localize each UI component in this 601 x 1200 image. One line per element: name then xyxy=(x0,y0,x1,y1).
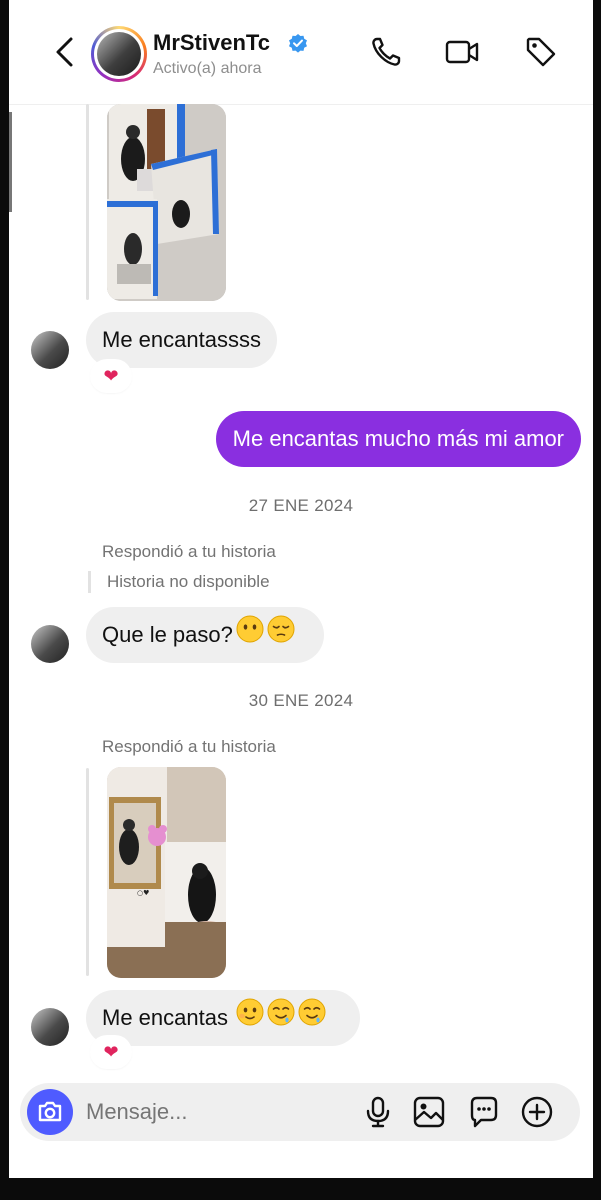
sender-avatar[interactable] xyxy=(31,625,69,663)
message-text: Me encantas xyxy=(102,1005,228,1030)
date-separator: 30 ENE 2024 xyxy=(248,691,354,710)
story-reply-thread-line xyxy=(86,104,89,300)
message-input[interactable] xyxy=(86,1083,336,1141)
add-icon[interactable] xyxy=(520,1095,554,1129)
message-text: Que le paso? xyxy=(102,622,233,647)
scrollbar[interactable] xyxy=(9,112,12,212)
frame-bottom-edge xyxy=(0,1178,601,1200)
date-separator: 27 ENE 2024 xyxy=(248,496,354,515)
drooling-face-emoji-icon xyxy=(298,991,326,1047)
story-reply-thread-line xyxy=(86,768,89,976)
gallery-icon[interactable] xyxy=(412,1095,446,1129)
frame-left-edge xyxy=(0,0,9,1200)
face-holding-back-tears-emoji-icon xyxy=(236,991,264,1047)
incoming-message[interactable]: Me encantassss xyxy=(86,312,277,368)
verified-badge-icon xyxy=(288,33,308,53)
camera-icon[interactable] xyxy=(27,1089,73,1135)
face-without-mouth-emoji-icon xyxy=(236,608,264,664)
frame-right-edge xyxy=(593,0,601,1200)
outgoing-message[interactable]: Me encantas mucho más mi amor xyxy=(215,411,581,467)
story-reply-label: Respondió a tu historia xyxy=(102,737,276,756)
heart-reaction[interactable]: ❤ xyxy=(92,361,130,391)
sender-avatar[interactable] xyxy=(31,1008,69,1046)
story-reply-thread-line xyxy=(88,571,91,593)
tag-icon[interactable] xyxy=(523,34,559,70)
sender-avatar[interactable] xyxy=(31,331,69,369)
active-status: Activo(a) ahora xyxy=(153,60,262,77)
chat-header: MrStivenTc Activo(a) ahora xyxy=(9,0,593,105)
pensive-face-emoji-icon xyxy=(267,608,295,664)
incoming-message[interactable]: Me encantas xyxy=(86,990,360,1046)
incoming-message[interactable]: Que le paso? xyxy=(86,607,324,663)
profile-avatar[interactable] xyxy=(91,26,147,82)
shared-story-image[interactable] xyxy=(107,104,226,301)
phone-icon[interactable] xyxy=(368,34,404,70)
story-unavailable-label: Historia no disponible xyxy=(107,572,270,591)
microphone-icon[interactable] xyxy=(361,1095,395,1129)
video-camera-icon[interactable] xyxy=(444,34,480,70)
svg-text:○♥: ○♥ xyxy=(137,889,149,897)
back-arrow-icon[interactable] xyxy=(45,32,85,72)
heart-reaction[interactable]: ❤ xyxy=(92,1037,130,1067)
drooling-face-emoji-icon xyxy=(267,991,295,1047)
shared-story-image[interactable]: ○♥ xyxy=(107,767,226,978)
sticker-icon[interactable] xyxy=(467,1095,501,1129)
contact-name[interactable]: MrStivenTc xyxy=(153,30,270,56)
avatar-photo xyxy=(97,32,141,76)
message-composer xyxy=(20,1083,580,1141)
story-reply-label: Respondió a tu historia xyxy=(102,542,276,561)
